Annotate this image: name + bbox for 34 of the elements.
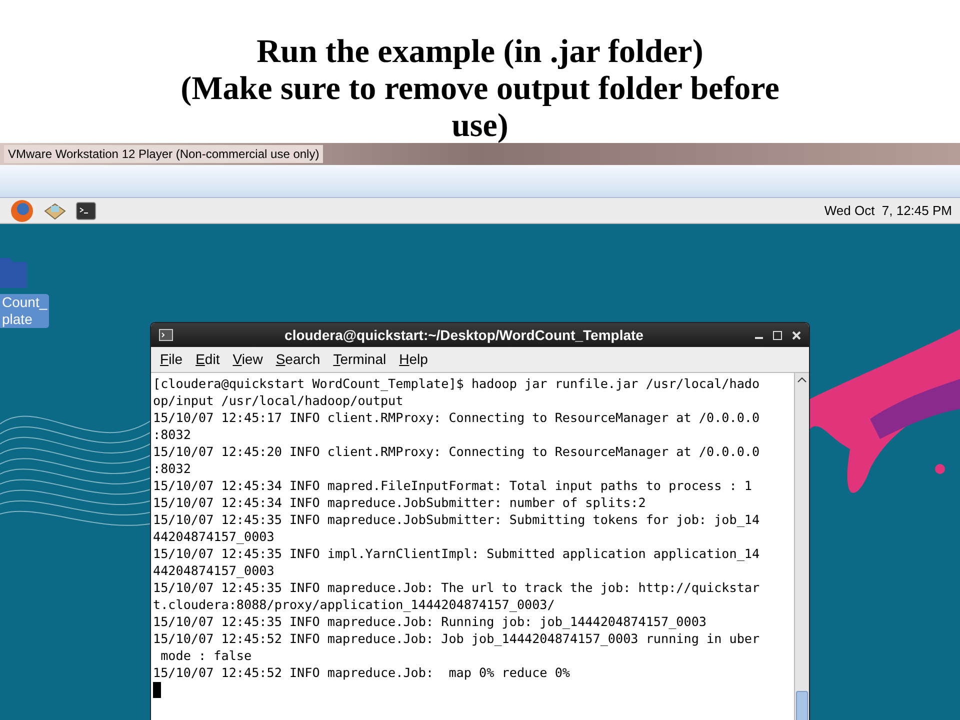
terminal-line: :8032 — [153, 460, 191, 477]
terminal-line: 15/10/07 12:45:35 INFO impl.YarnClientImpl: Submitted application application_14 — [153, 545, 760, 562]
terminal-line: 15/10/07 12:45:20 INFO client.RMProxy: Connecting to ResourceManager at /0.0.0.0 — [153, 443, 760, 460]
terminal-line: :8032 — [153, 426, 191, 443]
clock[interactable]: Wed Oct 7, 12:45 PM — [824, 200, 952, 220]
menu-item[interactable]: Search — [276, 349, 320, 370]
terminal-line: op/input /usr/local/hadoop/output — [153, 392, 404, 409]
terminal-line: mode : false — [160, 647, 252, 664]
terminal-line: [cloudera@quickstart WordCount_Template]$ hadoop jar runfile.jar /usr/local/hado — [153, 375, 760, 392]
terminal-icon[interactable] — [76, 202, 96, 220]
terminal-line: 15/10/07 12:45:35 INFO mapreduce.Job: The url to track the job: http://quickstar — [153, 579, 760, 596]
menu-item[interactable]: Help — [399, 349, 428, 370]
terminal-line: 44204874157_0003 — [153, 562, 274, 579]
terminal-title: cloudera@quickstart:~/Desktop/WordCount_Template — [284, 326, 644, 345]
terminal-line: 15/10/07 12:45:34 INFO mapred.FileInputFormat: Total input paths to process : 1 — [153, 477, 752, 494]
menu-item[interactable]: Edit — [196, 349, 220, 370]
terminal-line: 15/10/07 12:45:35 INFO mapreduce.Job: Running job: job_1444204874157_0003 — [153, 613, 706, 630]
terminal-line: 15/10/07 12:45:17 INFO client.RMProxy: Connecting to ResourceManager at /0.0.0.0 — [153, 409, 760, 426]
close-icon[interactable] — [792, 330, 801, 340]
menu-item[interactable]: Terminal — [333, 349, 386, 370]
maximize-icon[interactable] — [773, 330, 782, 340]
terminal-line: 15/10/07 12:45:52 INFO mapreduce.Job: map 0% reduce 0% — [153, 664, 570, 681]
browser-icon[interactable] — [10, 198, 34, 222]
terminal-line: t.cloudera:8088/proxy/application_1444204874157_0003/ — [153, 596, 555, 613]
terminal-line: 15/10/07 12:45:34 INFO mapreduce.JobSubmitter: number of splits:2 — [153, 494, 646, 511]
terminal-line: 15/10/07 12:45:52 INFO mapreduce.Job: Job job_1444204874157_0003 running in uber — [153, 630, 760, 647]
vm-window-title: VMware Workstation 12 Player (Non-commercial use only) — [4, 145, 324, 163]
terminal-icon — [159, 329, 173, 341]
menu-item[interactable]: File — [160, 349, 183, 370]
scrollbar[interactable] — [794, 373, 809, 720]
menu-item[interactable]: View — [232, 349, 263, 370]
terminal-line: 15/10/07 12:45:35 INFO mapreduce.JobSubmitter: Submitting tokens for job: job_14 — [153, 511, 760, 528]
terminal-line: 44204874157_0003 — [153, 528, 274, 545]
slide-title: Run the example (in .jar folder) (Make sure to remove output folder before use) — [180, 34, 780, 145]
